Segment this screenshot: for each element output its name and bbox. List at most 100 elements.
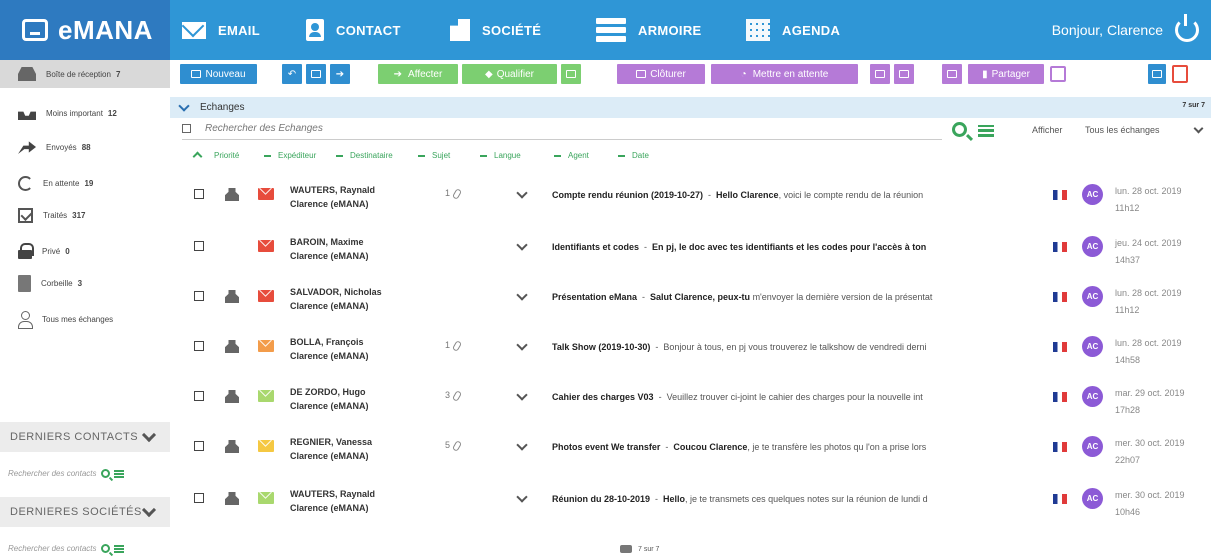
reply-all-button[interactable] (306, 64, 326, 84)
menu-icon[interactable] (113, 469, 124, 478)
email-subject-preview[interactable]: Talk Show (2019-10-30) - Bonjour à tous,… (552, 342, 1032, 352)
email-row[interactable]: WAUTERS, Raynald Clarence (eMANA) Réunio… (170, 484, 1211, 536)
sort-agent[interactable]: Agent (554, 151, 589, 160)
chevron-down-icon[interactable] (516, 187, 528, 199)
agent-avatar[interactable]: AC (1082, 488, 1103, 509)
email-subject-preview[interactable]: Identifiants et codes - En pj, le doc av… (552, 242, 1032, 252)
show-filter-select[interactable]: Tous les échanges (1085, 125, 1160, 135)
chevron-down-icon[interactable] (516, 289, 528, 301)
nav-email[interactable]: EMAIL (182, 0, 260, 60)
sidebar-item-trash[interactable]: Corbeille 3 (0, 274, 170, 292)
sidebar-item-all-exchanges[interactable]: Tous mes échanges (0, 310, 170, 329)
row-checkbox[interactable] (194, 493, 204, 503)
email-row[interactable]: SALVADOR, Nicholas Clarence (eMANA) Prés… (170, 282, 1211, 334)
sidebar-item-private[interactable]: Privé 0 (0, 242, 170, 260)
row-checkbox[interactable] (194, 189, 204, 199)
sort-priority[interactable]: Priorité (214, 151, 239, 160)
email-subject-preview[interactable]: Présentation eMana - Salut Clarence, peu… (552, 292, 1032, 302)
recent-contacts-header[interactable]: DERNIERS CONTACTS (0, 422, 170, 452)
agent-avatar[interactable]: AC (1082, 236, 1103, 257)
row-checkbox[interactable] (194, 241, 204, 251)
new-button[interactable]: Nouveau (180, 64, 257, 84)
email-subject-preview[interactable]: Photos event We transfer - Coucou Claren… (552, 442, 1032, 452)
row-checkbox[interactable] (194, 441, 204, 451)
row-checkbox[interactable] (194, 391, 204, 401)
contacts-search[interactable]: Rechercher des contacts (8, 469, 168, 478)
exchanges-search-input[interactable]: Rechercher des Echanges (205, 123, 323, 134)
menu-icon[interactable] (978, 125, 994, 137)
recipient-name: Clarence (eMANA) (290, 351, 369, 361)
sidebar-item-less-important[interactable]: Moins important 12 (0, 105, 170, 121)
email-subject-preview[interactable]: Compte rendu réunion (2019-10-27) - Hell… (552, 190, 1032, 200)
search-icon[interactable] (952, 122, 967, 137)
sort-date[interactable]: Date (618, 151, 649, 160)
nav-armoire[interactable]: ARMOIRE (596, 0, 702, 60)
close-exchange-button[interactable]: Clôturer (617, 64, 705, 84)
archive-button[interactable] (870, 64, 890, 84)
chevron-down-icon[interactable] (516, 339, 528, 351)
chevron-down-icon[interactable] (516, 239, 528, 251)
close-exchange-label: Clôturer (650, 68, 686, 80)
pdf-icon[interactable] (1172, 65, 1188, 83)
chevron-down-icon (178, 99, 190, 112)
forward-button[interactable]: ➔ (330, 64, 350, 84)
email-subject-preview[interactable]: Cahier des charges V03 - Veuillez trouve… (552, 392, 1032, 402)
chevron-down-icon[interactable] (1193, 123, 1204, 134)
qualify-button[interactable]: ◆ Qualifier (462, 64, 557, 84)
agent-avatar[interactable]: AC (1082, 336, 1103, 357)
chevron-down-icon[interactable] (516, 439, 528, 451)
agent-avatar[interactable]: AC (1082, 436, 1103, 457)
lock-icon[interactable] (1050, 66, 1066, 82)
top-navigation-bar: eMANA EMAIL CONTACT SOCIÉTÉ ARMOIRE AGEN… (0, 0, 1211, 60)
sender-name: BAROIN, Maxime (290, 237, 364, 247)
sidebar-item-sent[interactable]: Envoyés 88 (0, 139, 170, 155)
menu-icon[interactable] (113, 544, 124, 553)
sort-sender[interactable]: Expéditeur (264, 151, 316, 160)
exchanges-header[interactable]: Echanges 7 sur 7 (170, 97, 1211, 118)
row-checkbox[interactable] (194, 291, 204, 301)
nav-contact[interactable]: CONTACT (306, 0, 401, 60)
dash-icon (418, 154, 425, 157)
app-logo[interactable]: eMANA (0, 0, 170, 60)
email-row[interactable]: WAUTERS, Raynald Clarence (eMANA) 1 Comp… (170, 180, 1211, 232)
date-time: 11h12 (1115, 203, 1140, 213)
search-icon[interactable] (100, 469, 110, 478)
share-button[interactable]: ▮ Partager (968, 64, 1044, 84)
search-icon[interactable] (100, 544, 110, 553)
sort-subject[interactable]: Sujet (418, 151, 450, 160)
agent-avatar[interactable]: AC (1082, 286, 1103, 307)
sort-recipient[interactable]: Destinataire (336, 151, 393, 160)
assign-button[interactable]: ➔ Affecter (378, 64, 458, 84)
sidebar-item-pending[interactable]: En attente 19 (0, 174, 170, 192)
email-row[interactable]: REGNIER, Vanessa Clarence (eMANA) 5 Phot… (170, 432, 1211, 484)
companies-search[interactable]: Rechercher des contacts (8, 544, 168, 553)
email-subject-preview[interactable]: Réunion du 28-10-2019 - Hello, je te tra… (552, 494, 1032, 504)
reply-button[interactable]: ↶ (282, 64, 302, 84)
preview-text: , je te transmets ces quelques notes sur… (685, 494, 928, 504)
row-checkbox[interactable] (194, 341, 204, 351)
folder-button[interactable] (561, 64, 581, 84)
chevron-down-icon[interactable] (516, 389, 528, 401)
agent-avatar[interactable]: AC (1082, 386, 1103, 407)
chevron-down-icon[interactable] (516, 491, 528, 503)
share-button-label: Partager (991, 68, 1030, 80)
envelope-icon (258, 290, 274, 302)
put-on-hold-button[interactable]: ◔ Mettre en attente (711, 64, 858, 84)
sort-language[interactable]: Langue (480, 151, 521, 160)
dash-icon (336, 154, 343, 157)
inbox-button[interactable] (894, 64, 914, 84)
email-row[interactable]: DE ZORDO, Hugo Clarence (eMANA) 3 Cahier… (170, 382, 1211, 434)
email-row[interactable]: BAROIN, Maxime Clarence (eMANA) Identifi… (170, 232, 1211, 284)
nav-societe[interactable]: SOCIÉTÉ (450, 0, 541, 60)
select-all-checkbox[interactable] (182, 124, 191, 133)
nav-agenda[interactable]: AGENDA (746, 0, 840, 60)
chevron-up-icon[interactable] (192, 151, 203, 162)
sidebar-item-inbox[interactable]: Boîte de réception 7 (0, 60, 170, 88)
contact-button[interactable] (942, 64, 962, 84)
save-button[interactable] (1148, 64, 1166, 84)
email-row[interactable]: BOLLA, François Clarence (eMANA) 1 Talk … (170, 332, 1211, 384)
recent-companies-header[interactable]: DERNIERES SOCIÉTÉS (0, 497, 170, 527)
power-icon[interactable] (1175, 14, 1199, 42)
agent-avatar[interactable]: AC (1082, 184, 1103, 205)
sidebar-item-processed[interactable]: Traités 317 (0, 206, 170, 224)
